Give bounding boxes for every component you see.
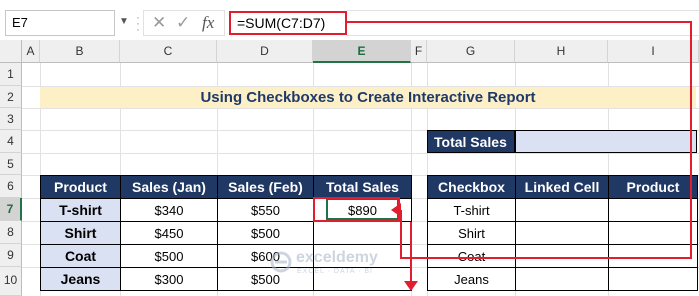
column-header-i[interactable]: I — [608, 40, 699, 63]
product-output-cell[interactable] — [608, 198, 698, 222]
table-row: Jeans — [427, 267, 698, 291]
report-title: Using Checkboxes to Create Interactive R… — [40, 87, 696, 108]
annotation-line — [690, 21, 692, 259]
table-row: Shirt — [427, 221, 698, 245]
formula-bar-field[interactable] — [347, 10, 699, 36]
sales-jan-cell[interactable]: $340 — [120, 198, 218, 222]
column-header-f[interactable]: F — [411, 40, 427, 63]
name-box[interactable]: E7 — [5, 10, 115, 36]
watermark-name: exceldemy — [296, 249, 378, 266]
watermark-tagline: EXCEL · DATA · BI — [297, 268, 373, 275]
row-header-5[interactable]: 5 — [0, 153, 22, 175]
column-header-e[interactable]: E — [313, 40, 411, 63]
row-header-2[interactable]: 2 — [0, 86, 22, 108]
header-sales-feb[interactable]: Sales (Feb) — [217, 175, 314, 199]
header-product[interactable]: Product — [40, 175, 121, 199]
checkbox-cell[interactable]: Jeans — [427, 267, 516, 291]
checkbox-cell[interactable]: Coat — [427, 244, 516, 268]
formula-buttons: ✕ ✓ fx — [143, 10, 225, 36]
fx-icon[interactable]: fx — [202, 13, 214, 33]
name-box-dropdown-icon[interactable]: ▼ — [117, 12, 131, 32]
product-cell[interactable]: Coat — [40, 244, 121, 268]
table-row: Shirt $450 $500 — [40, 221, 412, 245]
header-checkbox[interactable]: Checkbox — [427, 175, 516, 199]
linked-cell[interactable] — [515, 244, 609, 268]
product-output-cell[interactable] — [608, 221, 698, 245]
column-header-d[interactable]: D — [217, 40, 313, 63]
table-row: T-shirt — [427, 198, 698, 222]
checkbox-cell[interactable]: T-shirt — [427, 198, 516, 222]
linked-cell[interactable] — [515, 221, 609, 245]
annotation-line — [400, 257, 692, 259]
product-output-cell[interactable] — [608, 244, 698, 268]
linked-cell[interactable] — [515, 198, 609, 222]
watermark-logo: exceldemy EXCEL · DATA · BI — [270, 246, 430, 282]
row-header-6[interactable]: 6 — [0, 175, 22, 198]
column-header-c[interactable]: C — [120, 40, 217, 63]
arrow-left-icon — [391, 203, 401, 217]
checkbox-cell[interactable]: Shirt — [427, 221, 516, 245]
formula-input[interactable]: =SUM(C7:D7) — [229, 11, 347, 35]
column-header-b[interactable]: B — [40, 40, 120, 63]
sales-jan-cell[interactable]: $500 — [120, 244, 218, 268]
row-header-4[interactable]: 4 — [0, 130, 22, 153]
annotation-line — [347, 21, 692, 23]
column-header-g[interactable]: G — [427, 40, 515, 63]
row-header-9[interactable]: 9 — [0, 244, 22, 267]
row-header-1[interactable]: 1 — [0, 63, 22, 86]
sales-jan-cell[interactable]: $450 — [120, 221, 218, 245]
linked-cell[interactable] — [515, 267, 609, 291]
row-header-7[interactable]: 7 — [0, 198, 22, 221]
annotation-box — [313, 197, 400, 222]
table-row: Coat — [427, 244, 698, 268]
header-product[interactable]: Product — [608, 175, 698, 199]
arrow-down-icon — [404, 281, 418, 291]
sales-feb-cell[interactable]: $550 — [217, 198, 314, 222]
header-total-sales[interactable]: Total Sales — [313, 175, 412, 199]
column-header-a[interactable]: A — [22, 40, 40, 63]
row-header-10[interactable]: 10 — [0, 267, 22, 296]
row-header-8[interactable]: 8 — [0, 221, 22, 244]
total-sales-label: Total Sales — [427, 130, 515, 153]
logo-icon — [270, 251, 292, 273]
row-header-3[interactable]: 3 — [0, 108, 22, 130]
header-sales-jan[interactable]: Sales (Jan) — [120, 175, 218, 199]
product-cell[interactable]: T-shirt — [40, 198, 121, 222]
header-linked-cell[interactable]: Linked Cell — [515, 175, 609, 199]
sales-jan-cell[interactable]: $300 — [120, 267, 218, 291]
product-cell[interactable]: Jeans — [40, 267, 121, 291]
column-header-h[interactable]: H — [515, 40, 608, 63]
total-sales-cell[interactable] — [313, 221, 412, 245]
select-all-corner[interactable] — [0, 40, 22, 63]
check-icon[interactable]: ✓ — [176, 13, 190, 33]
total-sales-value-cell[interactable] — [515, 130, 697, 153]
checkbox-table: Checkbox Linked Cell Product T-shirt Shi… — [427, 175, 698, 291]
product-output-cell[interactable] — [608, 267, 698, 291]
sales-feb-cell[interactable]: $500 — [217, 221, 314, 245]
grip-dots-icon: · · · — [136, 10, 140, 36]
product-cell[interactable]: Shirt — [40, 221, 121, 245]
cancel-icon[interactable]: ✕ — [152, 13, 166, 33]
